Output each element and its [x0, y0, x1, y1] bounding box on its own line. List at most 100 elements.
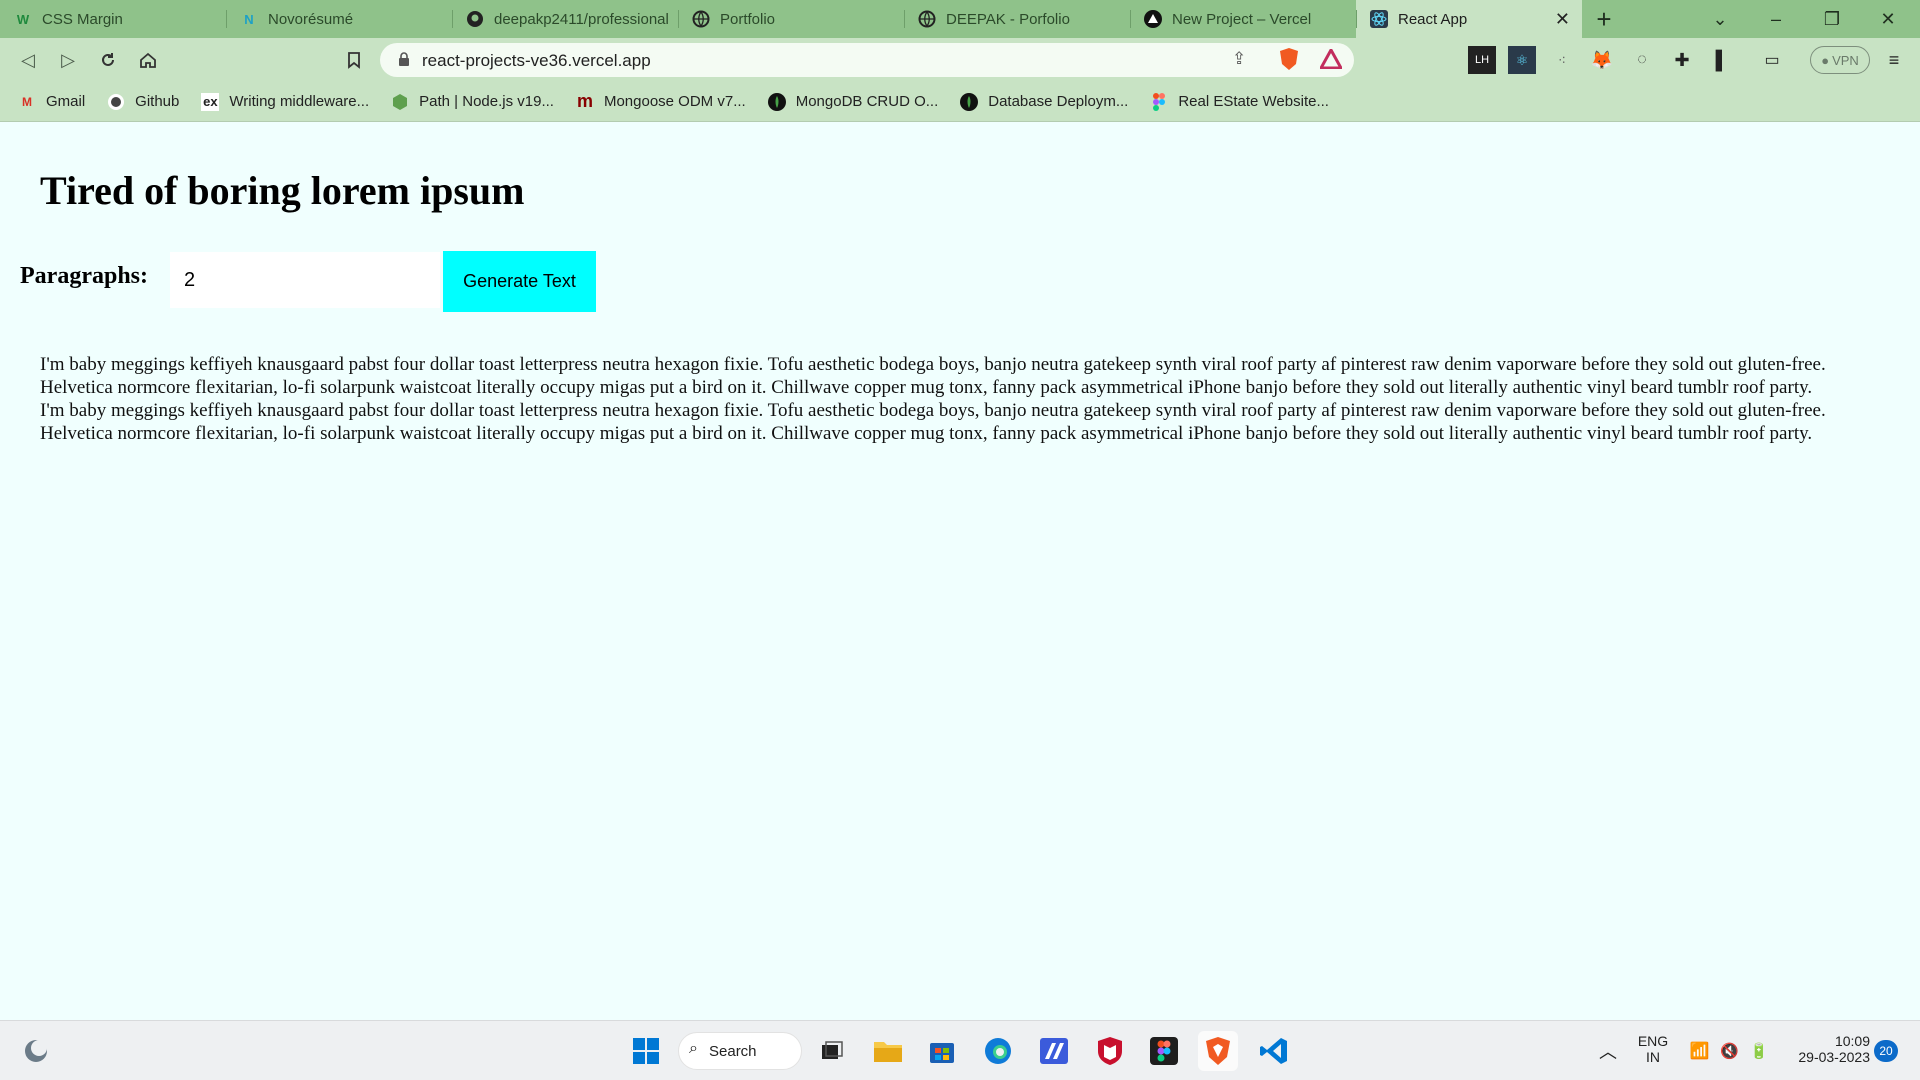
language-code: ENG	[1637, 1033, 1669, 1049]
new-tab-button[interactable]: +	[1582, 0, 1626, 38]
tab-react-app[interactable]: React App ✕	[1356, 0, 1582, 38]
extensions-puzzle-icon[interactable]: ✚	[1668, 46, 1696, 74]
paragraphs-label: Paragraphs:	[20, 263, 148, 289]
gmail-icon: M	[22, 94, 32, 109]
figma-icon	[1150, 92, 1168, 111]
mongodb-icon	[767, 92, 786, 111]
react-devtools-icon[interactable]: ⚛	[1508, 46, 1536, 74]
page-title: Tired of boring lorem ipsum	[40, 168, 525, 213]
task-view-icon[interactable]	[812, 1031, 852, 1071]
paragraph: I'm baby meggings keffiyeh knausgaard pa…	[40, 354, 1826, 398]
tab-title: CSS Margin	[42, 10, 123, 28]
address-bar[interactable]: react-projects-ve36.vercel.app ⇪	[380, 43, 1354, 77]
bookmark-label: Real EState Website...	[1178, 93, 1329, 110]
bookmark-button[interactable]	[338, 44, 370, 76]
forward-button[interactable]: ▷	[52, 44, 84, 76]
reload-button[interactable]	[92, 44, 124, 76]
bookmark-express[interactable]: ex Writing middleware...	[201, 92, 370, 111]
w3schools-icon: W	[16, 11, 30, 27]
bookmark-label: MongoDB CRUD O...	[795, 93, 939, 110]
wallet-icon[interactable]: ▭	[1758, 46, 1786, 74]
reload-icon	[102, 53, 114, 66]
react-icon	[1370, 10, 1388, 28]
minimize-button[interactable]: –	[1748, 0, 1804, 38]
tab-novoresume[interactable]: N Novorésumé	[226, 0, 452, 38]
weather-icon[interactable]	[16, 1031, 56, 1071]
tab-title: New Project – Vercel	[1172, 10, 1312, 28]
close-window-button[interactable]: ✕	[1860, 0, 1916, 38]
brave-rewards-icon[interactable]	[1318, 46, 1344, 74]
chevron-up-icon[interactable]: ︿	[1588, 1031, 1628, 1071]
tab-title: React App	[1398, 10, 1468, 28]
sidebar-icon[interactable]: ▌	[1708, 46, 1736, 74]
bookmark-label: Mongoose ODM v7...	[603, 93, 746, 110]
taskbar-search[interactable]: ⌕ Search	[678, 1032, 802, 1070]
bookmark-label: Database Deploym...	[988, 93, 1129, 110]
bookmark-label: Gmail	[46, 93, 86, 110]
close-icon[interactable]: ✕	[1555, 9, 1570, 30]
bookmark-nodejs[interactable]: Path | Node.js v19...	[391, 93, 554, 111]
bookmark-real-estate[interactable]: Real EState Website...	[1150, 92, 1329, 111]
vpn-button[interactable]: ● VPN	[1810, 46, 1870, 74]
brave-taskbar-icon[interactable]	[1198, 1031, 1238, 1071]
home-button[interactable]	[132, 44, 164, 76]
language-indicator[interactable]: ENG IN	[1630, 1033, 1676, 1065]
taskbar: ⌕ Search ︿ ENG IN 📶 🔇 🔋 10:09 29-03-2023	[0, 1020, 1920, 1080]
tab-deepak-portfolio[interactable]: DEEPAK - Porfolio	[904, 0, 1130, 38]
tab-strip: W CSS Margin N Novorésumé deepakp2411/pr…	[0, 0, 1920, 38]
edge-icon[interactable]	[978, 1031, 1018, 1071]
file-explorer-icon[interactable]	[868, 1031, 908, 1071]
extension-dots-icon[interactable]: ⁖	[1548, 46, 1576, 74]
bookmarks-bar: M Gmail Github ex Writing middleware... …	[0, 82, 1920, 122]
url-text: react-projects-ve36.vercel.app	[422, 51, 651, 70]
metamask-icon[interactable]: 🦊	[1588, 46, 1616, 74]
vpn-label: VPN	[1832, 52, 1859, 68]
search-icon: ⌕	[689, 1040, 698, 1057]
microsoft-store-icon[interactable]	[922, 1031, 962, 1071]
novoresume-icon: N	[244, 11, 254, 27]
bookmark-github[interactable]: Github	[107, 93, 179, 111]
restore-button[interactable]: ❐	[1804, 0, 1860, 38]
loader-icon[interactable]: ◌	[1628, 46, 1656, 74]
notification-badge[interactable]: 20	[1874, 1040, 1898, 1062]
mongoose-icon: m	[576, 91, 593, 111]
system-tray[interactable]: 📶 🔇 🔋	[1684, 1031, 1774, 1071]
app-icon[interactable]	[1034, 1031, 1074, 1071]
vercel-icon	[1144, 10, 1162, 28]
brave-shield-icon[interactable]	[1278, 47, 1300, 76]
nodejs-icon	[391, 93, 409, 111]
tab-title: Novorésumé	[268, 10, 354, 28]
paragraphs-input[interactable]	[170, 252, 440, 308]
globe-icon	[692, 10, 710, 28]
bookmark-gmail[interactable]: M Gmail	[18, 93, 85, 111]
mongodb-icon	[960, 92, 979, 111]
back-button[interactable]: ◁	[12, 44, 44, 76]
search-label: Search	[709, 1042, 757, 1060]
bookmark-label: Writing middleware...	[229, 93, 370, 110]
chevron-down-icon[interactable]: ⌄	[1692, 0, 1748, 38]
tab-github[interactable]: deepakp2411/professional	[452, 0, 678, 38]
windows-start-icon[interactable]	[626, 1031, 666, 1071]
tab-vercel[interactable]: New Project – Vercel	[1130, 0, 1356, 38]
share-icon[interactable]: ⇪	[1232, 49, 1246, 69]
tab-title: DEEPAK - Porfolio	[946, 10, 1070, 28]
tab-css-margin[interactable]: W CSS Margin	[0, 0, 226, 38]
globe-icon	[918, 10, 936, 28]
bookmark-label: Path | Node.js v19...	[419, 93, 554, 110]
figma-taskbar-icon[interactable]	[1144, 1031, 1184, 1071]
express-icon: ex	[201, 92, 220, 111]
battery-icon: 🔋	[1749, 1043, 1769, 1060]
bookmark-mongodb-crud[interactable]: MongoDB CRUD O...	[767, 92, 939, 111]
clock[interactable]: 10:09 29-03-2023	[1780, 1033, 1870, 1065]
generate-text-button[interactable]: Generate Text	[443, 251, 596, 312]
mcafee-icon[interactable]	[1090, 1031, 1130, 1071]
lock-icon	[399, 52, 409, 66]
generated-text: I'm baby meggings keffiyeh knausgaard pa…	[40, 353, 1860, 445]
lighthouse-extension-icon[interactable]: LH	[1468, 46, 1496, 74]
vscode-icon[interactable]	[1254, 1031, 1294, 1071]
bookmark-mongoose[interactable]: m Mongoose ODM v7...	[576, 91, 746, 111]
menu-icon[interactable]: ≡	[1880, 46, 1908, 74]
bookmark-database-deployment[interactable]: Database Deploym...	[960, 92, 1129, 111]
tab-portfolio[interactable]: Portfolio	[678, 0, 904, 38]
region-code: IN	[1646, 1049, 1660, 1065]
